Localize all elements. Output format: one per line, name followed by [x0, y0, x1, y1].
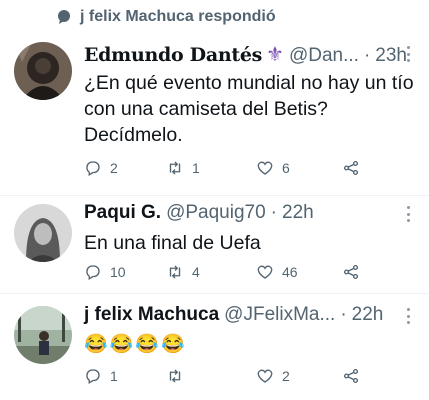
- tweet-header: Paqui G. @Paquig70 · 22h: [84, 202, 399, 224]
- retweet-button[interactable]: [166, 367, 192, 385]
- retweet-count: 1: [192, 160, 200, 176]
- timestamp[interactable]: 22h: [352, 304, 384, 326]
- tweet-jfelix[interactable]: j felix Machuca @JFelixMa... · 22h 😂😂😂😂 …: [0, 294, 429, 400]
- like-button[interactable]: 46: [256, 263, 298, 281]
- separator-dot: ·: [270, 202, 277, 223]
- reply-button[interactable]: 2: [84, 159, 118, 177]
- more-options-icon[interactable]: [401, 308, 415, 324]
- share-icon: [343, 264, 359, 280]
- timestamp[interactable]: 22h: [282, 202, 314, 224]
- retweet-count: 4: [192, 264, 200, 280]
- like-button[interactable]: 2: [256, 367, 290, 385]
- reply-count: 1: [110, 368, 118, 384]
- avatar[interactable]: [14, 306, 72, 364]
- banner-text: j felix Machuca respondió: [80, 8, 276, 25]
- user-handle[interactable]: @JFelixMa...: [224, 304, 335, 326]
- share-icon: [343, 368, 359, 384]
- retweet-icon: [169, 265, 181, 279]
- heart-icon: [257, 369, 273, 383]
- retweet-button[interactable]: 1: [166, 159, 200, 177]
- speech-bubble-icon: [58, 10, 70, 24]
- share-icon: [343, 160, 359, 176]
- user-handle[interactable]: @Dan...: [289, 45, 359, 67]
- like-count: 46: [282, 264, 298, 280]
- retweet-icon: [169, 161, 181, 175]
- share-button[interactable]: [342, 159, 360, 177]
- share-button[interactable]: [342, 367, 360, 385]
- tweet-text: ¿En qué evento mundial no hay un tío con…: [84, 72, 414, 146]
- avatar[interactable]: [14, 204, 72, 262]
- tweet-edmundo[interactable]: Edmundo Dantés ⚜ @Dan... · 23h ¿En qué e…: [0, 38, 429, 194]
- display-name[interactable]: j felix Machuca: [84, 304, 219, 326]
- reply-icon: [86, 265, 100, 280]
- reply-icon: [86, 161, 100, 176]
- reply-icon: [86, 369, 100, 384]
- display-name[interactable]: Edmundo Dantés: [84, 44, 262, 66]
- reply-button[interactable]: 10: [84, 263, 126, 281]
- tweet-actions: 2 1 6: [84, 156, 384, 180]
- tweet-actions: 1 2: [84, 364, 384, 388]
- tweet-header: j felix Machuca @JFelixMa... · 22h: [84, 304, 399, 326]
- display-name[interactable]: Paqui G.: [84, 202, 161, 224]
- fleur-de-lis-icon: ⚜: [266, 44, 284, 66]
- more-options-icon[interactable]: [401, 46, 415, 62]
- user-handle[interactable]: @Paquig70: [166, 202, 266, 224]
- tweet-paqui[interactable]: Paqui G. @Paquig70 · 22h En una final de…: [0, 196, 429, 292]
- separator-dot: ·: [363, 45, 371, 66]
- tweet-header: Edmundo Dantés ⚜ @Dan... · 23h: [84, 42, 407, 67]
- like-button[interactable]: 6: [256, 159, 290, 177]
- like-count: 2: [282, 368, 290, 384]
- retweet-button[interactable]: 4: [166, 263, 200, 281]
- reply-button[interactable]: 1: [84, 367, 118, 385]
- avatar[interactable]: [14, 42, 72, 100]
- separator-dot: ·: [340, 304, 347, 325]
- like-count: 6: [282, 160, 290, 176]
- tweet-text: 😂😂😂😂: [84, 334, 187, 355]
- reply-count: 2: [110, 160, 118, 176]
- reply-count: 10: [110, 264, 126, 280]
- heart-icon: [257, 161, 273, 175]
- tweet-actions: 10 4 46: [84, 260, 384, 284]
- reply-context-banner[interactable]: j felix Machuca respondió: [56, 8, 276, 26]
- more-options-icon[interactable]: [401, 206, 415, 222]
- tweet-text: En una final de Uefa: [84, 232, 261, 254]
- heart-icon: [257, 265, 273, 279]
- retweet-icon: [169, 369, 181, 383]
- share-button[interactable]: [342, 263, 360, 281]
